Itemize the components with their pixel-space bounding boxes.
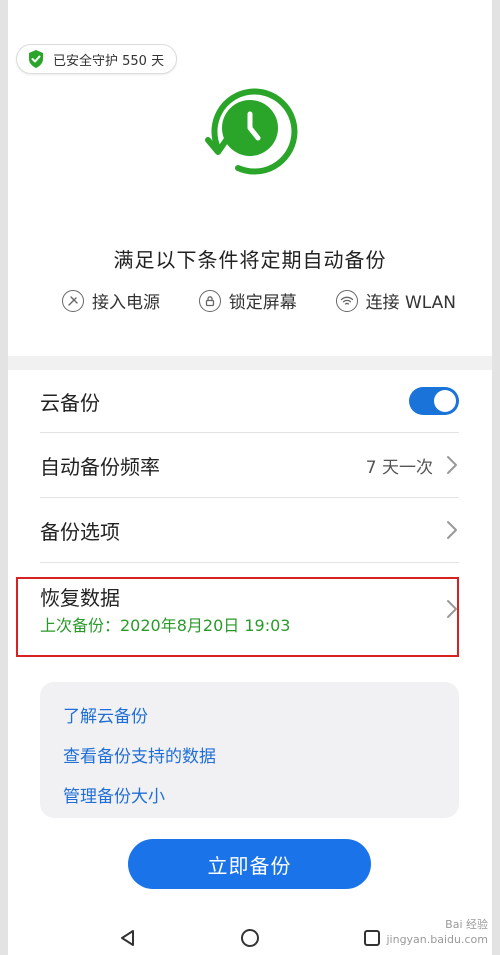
divider	[40, 562, 459, 563]
link-learn-cloud-backup[interactable]: 了解云备份	[63, 702, 459, 727]
toggle-knob	[434, 390, 456, 412]
backup-options-label: 备份选项	[40, 519, 120, 544]
phone-screen: 已安全守护 550 天 满足以下条件将定期自动备份 接入电源 锁定屏幕 连接 W…	[8, 0, 492, 955]
backup-conditions: 接入电源 锁定屏幕 连接 WLAN	[62, 288, 456, 313]
back-icon[interactable]	[118, 928, 138, 948]
condition-lock: 锁定屏幕	[198, 288, 297, 313]
divider	[40, 497, 459, 498]
watermark-line1: Bai 经验	[445, 918, 488, 932]
condition-wlan: 连接 WLAN	[335, 288, 456, 313]
wifi-icon	[335, 289, 358, 312]
protection-days-text: 已安全守护 550 天	[53, 53, 165, 69]
watermark-line2: jingyan.baidu.com	[386, 932, 488, 946]
auto-frequency-value: 7 天一次	[365, 457, 433, 478]
condition-lock-label: 锁定屏幕	[228, 293, 297, 313]
divider	[40, 432, 459, 433]
chevron-right-icon	[447, 521, 457, 539]
cloud-backup-row: 云备份	[40, 378, 459, 424]
condition-wlan-label: 连接 WLAN	[365, 293, 456, 313]
plug-icon	[62, 289, 84, 312]
condition-power: 接入电源	[62, 288, 160, 313]
shield-check-icon	[29, 50, 43, 68]
protection-badge: 已安全守护 550 天	[16, 44, 178, 74]
home-icon[interactable]	[239, 927, 261, 949]
backup-clock-icon	[205, 88, 298, 175]
cloud-backup-toggle[interactable]	[409, 387, 459, 415]
section-gap	[8, 356, 492, 370]
auto-frequency-value-group: 7 天一次	[366, 453, 459, 478]
highlight-box	[16, 577, 459, 657]
link-supported-data[interactable]: 查看备份支持的数据	[63, 742, 459, 767]
backup-header: 已安全守护 550 天 满足以下条件将定期自动备份 接入电源 锁定屏幕 连接 W…	[8, 0, 492, 356]
baidu-watermark: Bai 经验 jingyan.baidu.com	[386, 918, 488, 947]
auto-frequency-row[interactable]: 自动备份频率 7 天一次	[40, 442, 459, 488]
recents-icon[interactable]	[362, 928, 382, 948]
auto-frequency-label: 自动备份频率	[40, 454, 160, 479]
condition-power-label: 接入电源	[92, 293, 160, 313]
info-links-card: 了解云备份 查看备份支持的数据 管理备份大小	[40, 682, 459, 818]
backup-conditions-title: 满足以下条件将定期自动备份	[113, 248, 387, 272]
link-manage-backup-size[interactable]: 管理备份大小	[63, 782, 459, 807]
backup-options-row[interactable]: 备份选项	[40, 507, 459, 553]
chevron-right-icon	[447, 456, 457, 474]
lock-icon	[198, 289, 221, 312]
cloud-backup-label: 云备份	[40, 390, 100, 415]
backup-now-button[interactable]: 立即备份	[128, 839, 371, 889]
